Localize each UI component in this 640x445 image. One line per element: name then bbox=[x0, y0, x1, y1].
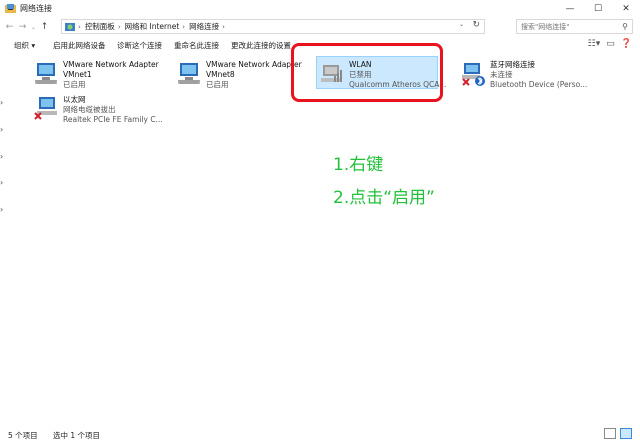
annotation-step2: 2.点击“启用” bbox=[333, 188, 435, 208]
details-view-icon[interactable] bbox=[604, 428, 616, 439]
breadcrumb-control-panel[interactable]: 控制面板 bbox=[85, 21, 115, 32]
preview-pane-icon[interactable]: ▭ bbox=[606, 39, 615, 49]
connection-ethernet[interactable]: 以太网 网络电缆被拔出 Realtek PCIe FE Family C... bbox=[33, 95, 163, 125]
connection-device: Bluetooth Device (Perso... bbox=[490, 80, 588, 89]
selected-count: 选中 1 个项目 bbox=[53, 431, 101, 440]
up-button[interactable]: ↑ bbox=[38, 20, 51, 34]
bluetooth-adapter-icon bbox=[460, 60, 486, 86]
connection-bluetooth[interactable]: 蓝牙网络连接 未连接 Bluetooth Device (Perso... bbox=[460, 60, 587, 90]
address-dropdown-icon[interactable]: ⌄ bbox=[459, 21, 464, 28]
view-options: ☷▾ ▭ ❓ bbox=[588, 39, 632, 49]
connection-status: 已启用 bbox=[206, 80, 229, 89]
connection-status: 网络电缆被拔出 bbox=[63, 105, 116, 114]
connection-device: VMnet8 bbox=[206, 70, 235, 79]
diagnose-button[interactable]: 诊断这个连接 bbox=[117, 40, 162, 51]
refresh-icon[interactable]: ↻ bbox=[472, 20, 480, 30]
network-folder-icon bbox=[5, 4, 16, 13]
breadcrumb-network-connections[interactable]: 网络连接 bbox=[189, 21, 219, 32]
breadcrumb-separator: › bbox=[78, 22, 81, 31]
connection-device: Realtek PCIe FE Family C... bbox=[63, 115, 163, 124]
title-bar: 网络连接 — ☐ ✕ bbox=[0, 0, 640, 17]
recent-locations-button[interactable]: ⌄ bbox=[29, 20, 38, 34]
view-options-icon[interactable]: ☷▾ bbox=[588, 39, 601, 49]
close-button[interactable]: ✕ bbox=[612, 0, 640, 17]
annotation-step1: 1.右键 bbox=[333, 155, 384, 175]
search-box[interactable]: ⚲ bbox=[516, 19, 633, 34]
rename-button[interactable]: 重命名此连接 bbox=[174, 40, 219, 51]
back-button[interactable]: ← bbox=[3, 20, 16, 34]
wlan-highlight-box bbox=[291, 43, 443, 102]
connection-name: 蓝牙网络连接 bbox=[490, 60, 535, 69]
items-count: 5 个项目 bbox=[8, 431, 38, 440]
nav-pane-fragment: › bbox=[0, 125, 4, 134]
network-connections-window: 网络连接 — ☐ ✕ ← → ⌄ ↑ › 控制面板 › 网络和 Internet… bbox=[0, 0, 640, 445]
nav-pane-fragment: › bbox=[0, 98, 4, 107]
connection-name: VMware Network Adapter bbox=[206, 60, 302, 69]
maximize-button[interactable]: ☐ bbox=[584, 0, 612, 17]
tiles-view-icon[interactable] bbox=[620, 428, 632, 439]
connection-name: VMware Network Adapter bbox=[63, 60, 159, 69]
connection-vmnet8[interactable]: VMware Network Adapter VMnet8 已启用 bbox=[176, 60, 302, 90]
nav-pane-fragment: › bbox=[0, 205, 4, 214]
minimize-button[interactable]: — bbox=[556, 0, 584, 17]
nav-pane-fragment: › bbox=[0, 178, 4, 187]
connection-status: 未连接 bbox=[490, 70, 513, 79]
help-icon[interactable]: ❓ bbox=[621, 39, 632, 49]
connection-name: 以太网 bbox=[63, 95, 86, 104]
breadcrumb-network-internet[interactable]: 网络和 Internet bbox=[125, 21, 180, 32]
breadcrumb-separator[interactable]: › bbox=[222, 23, 225, 31]
nav-pane-fragment: › bbox=[0, 152, 4, 161]
connection-status: 已启用 bbox=[63, 80, 86, 89]
address-row: ← → ⌄ ↑ › 控制面板 › 网络和 Internet › 网络连接 › ⌄… bbox=[0, 17, 640, 37]
breadcrumb-separator[interactable]: › bbox=[182, 23, 185, 31]
change-settings-button[interactable]: 更改此连接的设置 bbox=[231, 40, 291, 51]
status-bar: 5 个项目 选中 1 个项目 bbox=[0, 425, 640, 445]
search-icon[interactable]: ⚲ bbox=[622, 22, 628, 31]
view-toggle bbox=[604, 428, 632, 439]
search-input[interactable] bbox=[521, 22, 616, 31]
ethernet-adapter-icon bbox=[33, 95, 59, 121]
control-panel-icon bbox=[65, 22, 75, 32]
forward-button[interactable]: → bbox=[16, 20, 29, 34]
network-adapter-icon bbox=[176, 60, 202, 86]
connection-device: VMnet1 bbox=[63, 70, 92, 79]
network-adapter-icon bbox=[33, 60, 59, 86]
address-bar[interactable]: › 控制面板 › 网络和 Internet › 网络连接 › ⌄ ↻ bbox=[61, 19, 485, 34]
connection-vmnet1[interactable]: VMware Network Adapter VMnet1 已启用 bbox=[33, 60, 159, 90]
window-controls: — ☐ ✕ bbox=[556, 0, 640, 17]
breadcrumb-separator[interactable]: › bbox=[118, 23, 121, 31]
enable-device-button[interactable]: 启用此网络设备 bbox=[53, 40, 106, 51]
organize-menu[interactable]: 组织 ▾ bbox=[14, 40, 35, 51]
window-title: 网络连接 bbox=[20, 4, 52, 13]
